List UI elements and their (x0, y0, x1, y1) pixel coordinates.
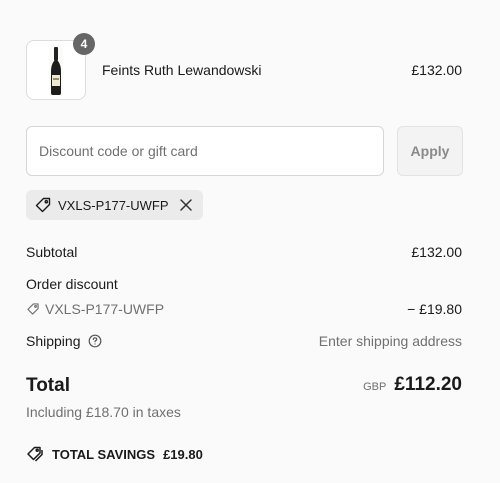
applied-discount-code: VXLS-P177-UWFP (58, 197, 169, 213)
remove-discount-close-icon[interactable] (179, 198, 193, 212)
order-discount-value: − £19.80 (407, 301, 462, 317)
tag-icon (34, 196, 52, 214)
order-discount-label: Order discount (26, 276, 118, 292)
product-price: £132.00 (411, 62, 462, 78)
currency-code: GBP (363, 381, 387, 393)
total-amount: £112.20 (394, 374, 462, 395)
tag-double-icon (26, 445, 44, 463)
subtotal-value: £132.00 (411, 244, 462, 260)
order-discount-code: VXLS-P177-UWFP (45, 301, 165, 317)
savings-label: TOTAL SAVINGS (52, 446, 156, 462)
help-circle-icon[interactable] (88, 334, 102, 348)
product-name: Feints Ruth Lewandowski (102, 62, 262, 78)
quantity-badge: 4 (73, 33, 95, 55)
total-label: Total (26, 375, 70, 396)
applied-discount-chip: VXLS-P177-UWFP (26, 190, 203, 220)
shipping-value: Enter shipping address (318, 333, 462, 349)
taxes-note: Including £18.70 in taxes (26, 404, 181, 420)
tag-icon (26, 302, 40, 316)
apply-button[interactable]: Apply (397, 126, 463, 176)
discount-code-input[interactable] (26, 126, 384, 176)
shipping-label: Shipping (26, 333, 81, 349)
total-savings: TOTAL SAVINGS £19.80 (26, 445, 203, 463)
total-value-group: GBP £112.20 (363, 374, 462, 396)
shipping-row-label: Shipping (26, 333, 102, 349)
subtotal-label: Subtotal (26, 244, 78, 260)
savings-value: £19.80 (163, 446, 203, 462)
order-discount-code-line: VXLS-P177-UWFP (26, 301, 164, 317)
